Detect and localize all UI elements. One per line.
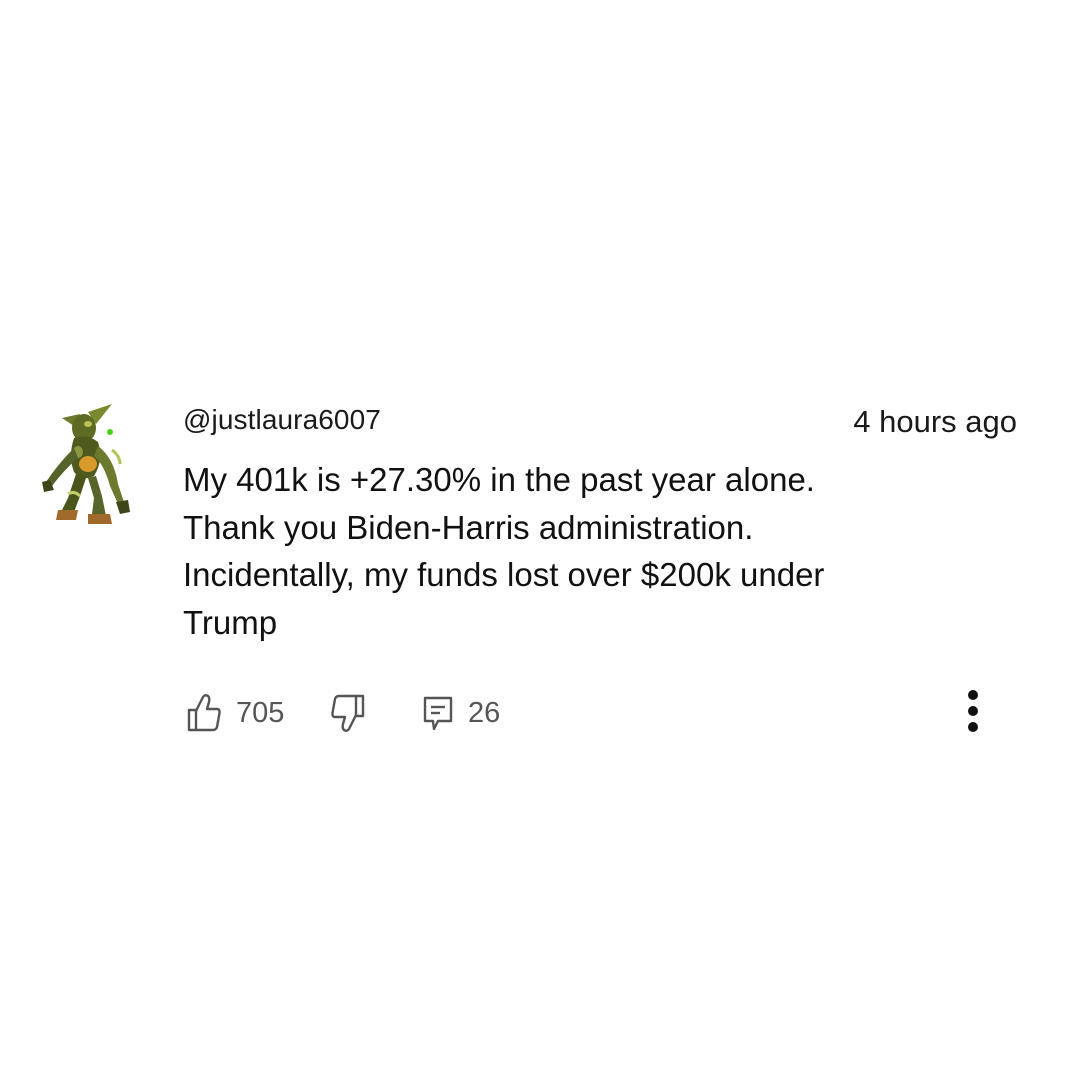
reply-button[interactable]: 26 [422, 690, 500, 736]
avatar[interactable] [28, 398, 138, 530]
comment-line: Thank you Biden-Harris administration. [183, 508, 754, 546]
more-options-button[interactable] [961, 690, 985, 736]
comment-line: My 401k is +27.30% in the past year alon… [183, 461, 815, 498]
reply-count: 26 [468, 697, 501, 729]
goblin-avatar-icon [42, 404, 130, 524]
dislike-button[interactable] [330, 690, 366, 736]
comment-line: Trump [183, 603, 278, 641]
comment-author[interactable]: @justlaura6007 [183, 402, 381, 438]
more-vertical-icon-dot [968, 722, 978, 732]
comment-line: Incidentally, my funds lost over $200k u… [183, 556, 825, 593]
comment-actions: 705 26 [186, 690, 1026, 736]
more-vertical-icon [968, 690, 978, 700]
more-vertical-icon-dot [968, 706, 978, 716]
comment-icon [423, 696, 453, 731]
like-count: 705 [236, 697, 285, 729]
thumbs-down-icon [331, 694, 365, 732]
comment-body: My 401k is +27.30% in the past year alon… [183, 456, 1003, 646]
comment-timestamp[interactable]: 4 hours ago [853, 404, 1017, 440]
thumbs-up-icon [187, 694, 221, 732]
comment-card: @justlaura6007 4 hours ago My 401k is +2… [0, 0, 1080, 1080]
like-button[interactable]: 705 [186, 690, 284, 736]
